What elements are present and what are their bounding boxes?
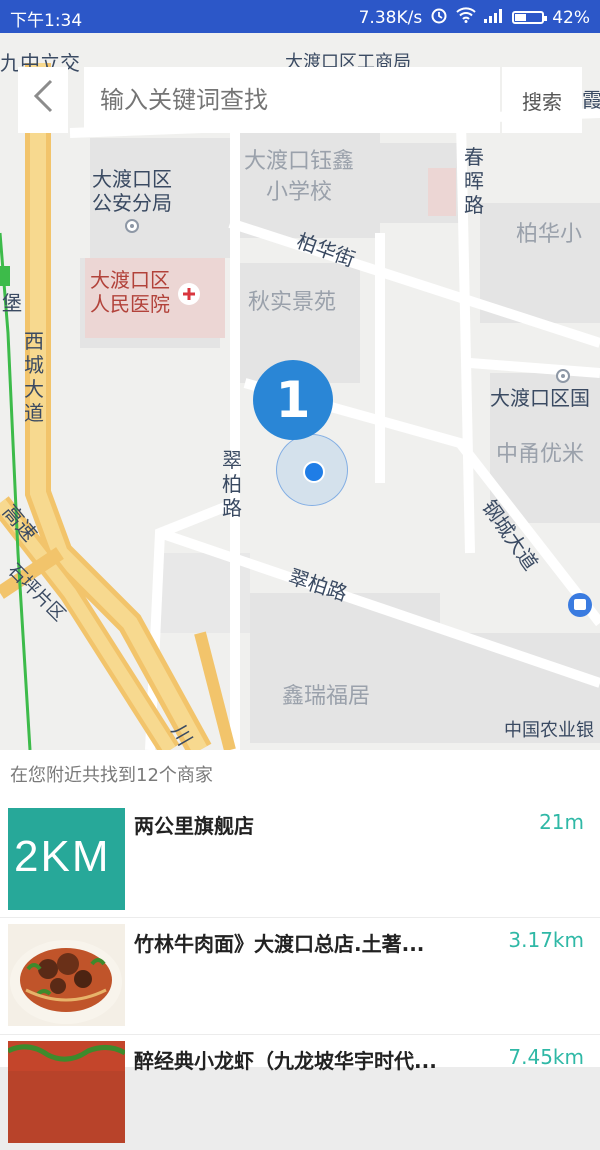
map-label: 中国农业银 (504, 720, 594, 741)
status-bar: 下午1:34 7.38K/s 42% (0, 0, 600, 33)
map-label: 秋实景苑 (248, 290, 337, 315)
map-label: 霞 (582, 88, 600, 112)
results-panel: 在您附近共找到12个商家 2KM 两公里旗舰店 21m 竹林牛肉面》大渡口总店.… (0, 750, 600, 1143)
list-item[interactable]: 竹林牛肉面》大渡口总店.土著... 3.17km (0, 917, 600, 1033)
current-location-indicator (276, 434, 348, 506)
status-icons: 7.38K/s 42% (359, 6, 590, 29)
map-label: 春晖路 (464, 145, 484, 217)
map-label: 大渡口钰鑫 (244, 149, 355, 174)
merchant-distance: 3.17km (508, 928, 584, 952)
merchant-name: 醉经典小龙虾（九龙坡华宇时代... (134, 1049, 437, 1073)
search-button[interactable]: 搜索 (502, 67, 582, 133)
map-label: 大渡口区 (92, 167, 172, 191)
network-speed: 7.38K/s (358, 7, 423, 28)
results-count: 在您附近共找到12个商家 (10, 765, 213, 786)
map-label: 西城大道 (24, 329, 44, 425)
merchant-distance: 7.45km (508, 1045, 584, 1069)
map-label: 公安分局 (92, 191, 172, 215)
battery-percent: 42% (552, 7, 590, 28)
list-item[interactable]: 醉经典小龙虾（九龙坡华宇时代... 7.45km (0, 1034, 600, 1150)
thumbnail-logo: 2KM (14, 832, 111, 881)
merchant-name: 两公里旗舰店 (134, 814, 254, 838)
back-button[interactable] (18, 67, 68, 133)
merchant-distance: 21m (539, 810, 584, 834)
map-label: 大渡口区国 (490, 386, 590, 410)
map-label: 小学校 (266, 180, 333, 205)
merchant-thumbnail (8, 924, 125, 1026)
map-label: 大渡口区 (90, 268, 170, 292)
list-item[interactable]: 2KM 两公里旗舰店 21m (0, 799, 600, 915)
map-label: 柏华小 (516, 222, 583, 247)
merchant-thumbnail: 2KM (8, 808, 125, 910)
chevron-left-icon (32, 78, 54, 123)
merchant-name: 竹林牛肉面》大渡口总店.土著... (134, 932, 425, 956)
merchant-marker[interactable]: 1 (253, 360, 333, 440)
map-label: 堡 (2, 291, 22, 315)
map-label: 人民医院 (90, 292, 170, 316)
marker-number: 1 (253, 360, 333, 440)
wifi-icon (456, 7, 476, 28)
map-label: 鑫瑞福居 (282, 684, 371, 709)
location-dot (303, 461, 325, 483)
merchant-thumbnail (8, 1041, 125, 1143)
search-input[interactable] (84, 67, 500, 133)
alarm-icon (430, 6, 448, 29)
status-time: 下午1:34 (10, 11, 83, 31)
map-label: 中甬优米 (496, 442, 585, 467)
battery-icon (512, 11, 548, 24)
map-view[interactable]: 九中立交 大渡口区工商局 霞 大渡口钰鑫 小学校 大渡口区 公安分局 春晖路 柏… (0, 33, 600, 750)
signal-icon (484, 8, 504, 28)
map-label: 翠柏路 (222, 448, 242, 520)
